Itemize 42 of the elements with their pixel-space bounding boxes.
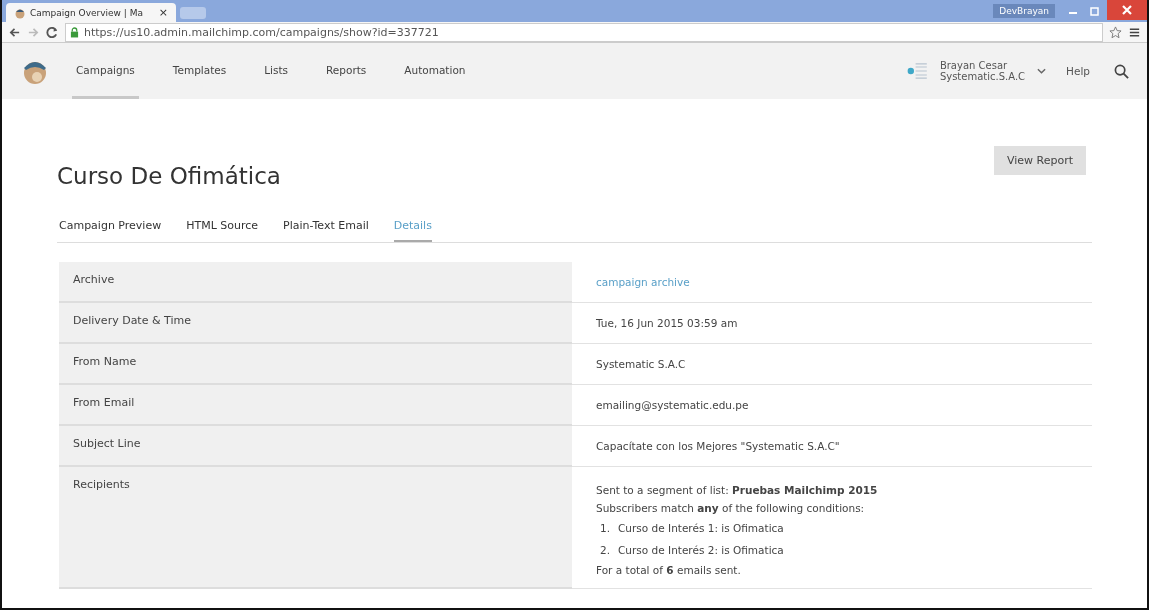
recipients-text: Subscribers match any of the following conditions: xyxy=(596,502,865,514)
user-badge: DevBrayan xyxy=(993,4,1055,18)
list-number: 1. xyxy=(600,522,611,534)
close-tab-button[interactable]: × xyxy=(158,6,168,19)
close-icon[interactable] xyxy=(1107,0,1147,20)
field-value: Capacítate con los Mejores "Systematic S.A.C" xyxy=(596,440,840,452)
field-label-cell: From Name xyxy=(59,344,572,385)
search-icon[interactable] xyxy=(1114,63,1129,79)
help-link[interactable]: Help xyxy=(1066,65,1090,77)
nav-link[interactable]: Campaigns xyxy=(72,43,139,99)
nav-link[interactable]: Reports xyxy=(322,43,371,99)
chevron-down-icon[interactable] xyxy=(1037,68,1047,74)
total-text: For a total of 6 emails sent. xyxy=(596,564,741,576)
tab-title: Campaign Overview | Ma xyxy=(30,7,144,18)
tab[interactable]: Campaign Preview xyxy=(59,219,162,242)
field-label-cell: Archive xyxy=(59,262,572,303)
star-icon[interactable] xyxy=(1109,25,1122,39)
menu-icon[interactable] xyxy=(1128,25,1141,39)
condition-text: Curso de Interés 1: is Ofimatica xyxy=(618,522,784,534)
lock-icon xyxy=(70,26,79,38)
condition-text: Curso de Interés 2: is Ofimatica xyxy=(618,544,784,556)
address-bar[interactable]: https://us10.admin.mailchimp.com/campaigns/show?id=337721 xyxy=(65,22,1103,42)
nav-link[interactable]: Templates xyxy=(168,43,231,99)
tab[interactable]: HTML Source xyxy=(186,219,259,242)
field-label-cell: Subject Line xyxy=(59,426,572,467)
field-label-cell: Delivery Date & Time xyxy=(59,303,572,344)
field-value: Systematic S.A.C xyxy=(596,358,686,370)
nav-link[interactable]: Automation xyxy=(400,43,470,99)
view-report-button[interactable]: View Report xyxy=(993,146,1086,175)
field-label-cell: Recipients xyxy=(59,467,572,589)
user-name[interactable]: Brayan Cesar xyxy=(939,60,1026,71)
page-title: Curso De Ofimática xyxy=(57,163,281,189)
user-company[interactable]: Systematic.S.A.C xyxy=(939,71,1026,82)
browser-tab[interactable]: Campaign Overview | Ma × xyxy=(6,3,176,22)
field-value: Tue, 16 Jun 2015 03:59 am xyxy=(596,317,738,329)
reload-icon[interactable] xyxy=(46,25,59,39)
tab[interactable]: Plain-Text Email xyxy=(283,219,369,242)
list-number: 2. xyxy=(600,544,611,556)
field-value: emailing@systematic.edu.pe xyxy=(596,399,749,411)
nav-link[interactable]: Lists xyxy=(260,43,293,99)
field-label-cell: From Email xyxy=(59,385,572,426)
recipients-text: Sent to a segment of list: Pruebas Mailchimp 2015 xyxy=(596,484,878,496)
